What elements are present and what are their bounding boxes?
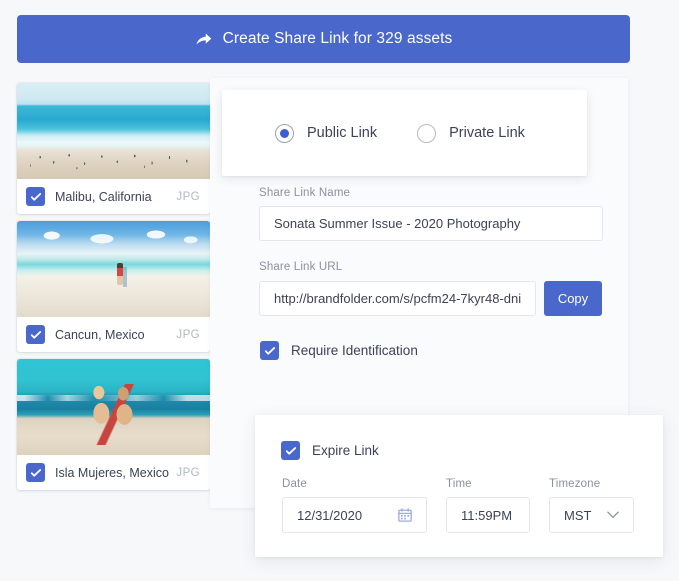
expire-timezone-value: MST [564, 507, 592, 523]
chevron-down-icon[interactable] [607, 511, 619, 519]
require-identification-row[interactable]: Require Identification [260, 341, 418, 360]
require-identification-checkbox[interactable] [260, 341, 279, 360]
cta-content: Create Share Link for 329 assets [195, 30, 453, 48]
share-link-url-label: Share Link URL [259, 261, 343, 273]
asset-checkbox[interactable] [26, 463, 45, 482]
selected-assets-list: Malibu, California JPG Cancun, Mexico JP… [17, 83, 210, 497]
expire-timezone-select[interactable]: MST [549, 497, 634, 533]
create-share-link-button[interactable]: Create Share Link for 329 assets [17, 15, 630, 63]
expire-time-input[interactable]: 11:59PM [446, 497, 530, 533]
require-identification-label: Require Identification [291, 343, 418, 358]
expire-link-row[interactable]: Expire Link [281, 441, 379, 460]
asset-meta-row: Cancun, Mexico JPG [17, 317, 210, 352]
radio-private-link[interactable]: Private Link [417, 123, 525, 143]
expire-date-label: Date [282, 478, 307, 490]
asset-title: Isla Mujeres, Mexico [55, 465, 169, 480]
asset-meta-row: Malibu, California JPG [17, 179, 210, 214]
asset-meta-row: Isla Mujeres, Mexico JPG [17, 455, 210, 490]
asset-filetype: JPG [176, 466, 200, 479]
radio-selected-icon [275, 123, 294, 143]
share-arrow-icon [195, 31, 212, 48]
asset-thumbnail-cancun [17, 221, 210, 317]
asset-checkbox[interactable] [26, 187, 45, 206]
asset-filetype: JPG [176, 328, 200, 341]
asset-card[interactable]: Cancun, Mexico JPG [17, 221, 210, 352]
expire-date-input[interactable]: 12/31/2020 [282, 497, 427, 533]
calendar-icon[interactable] [398, 508, 412, 522]
asset-title: Malibu, California [55, 189, 152, 204]
expire-link-checkbox[interactable] [281, 441, 300, 460]
asset-checkbox[interactable] [26, 325, 45, 344]
asset-card[interactable]: Malibu, California JPG [17, 83, 210, 214]
expire-timezone-label: Timezone [549, 478, 601, 490]
radio-private-link-label: Private Link [449, 125, 525, 141]
expire-time-value: 11:59PM [461, 507, 513, 523]
radio-unselected-icon [417, 123, 437, 143]
asset-thumbnail-isla-mujeres [17, 359, 210, 455]
expire-date-value: 12/31/2020 [297, 507, 363, 523]
expire-time-label: Time [446, 478, 472, 490]
asset-card[interactable]: Isla Mujeres, Mexico JPG [17, 359, 210, 490]
asset-filetype: JPG [176, 190, 200, 203]
share-link-url-input[interactable] [259, 281, 536, 316]
radio-dot [280, 128, 289, 138]
cta-label: Create Share Link for 329 assets [222, 30, 453, 47]
asset-thumbnail-malibu [17, 83, 210, 179]
radio-public-link-label: Public Link [307, 125, 378, 141]
share-link-name-label: Share Link Name [259, 187, 351, 199]
asset-title: Cancun, Mexico [55, 327, 145, 342]
share-link-name-input[interactable] [259, 206, 603, 241]
copy-link-button[interactable]: Copy [544, 281, 602, 316]
expire-link-label: Expire Link [312, 443, 379, 458]
radio-public-link[interactable]: Public Link [275, 123, 378, 143]
link-type-card: Public Link Private Link [222, 90, 587, 176]
